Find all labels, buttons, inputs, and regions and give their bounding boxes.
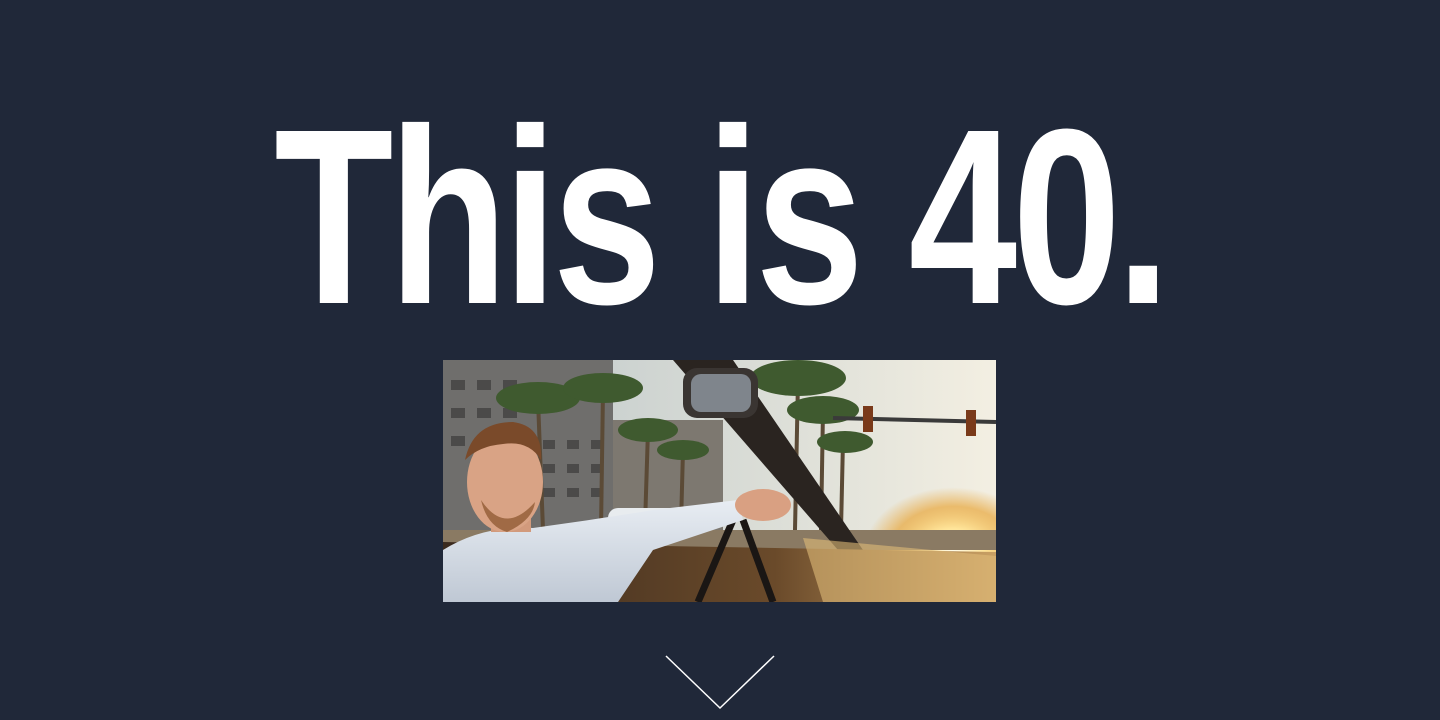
chevron-down-icon [665, 655, 775, 710]
scroll-down-button[interactable] [664, 654, 776, 712]
hero-section: This is 40. [0, 0, 1440, 720]
hero-photo [443, 360, 996, 602]
page-title: This is 40. [274, 77, 1170, 356]
